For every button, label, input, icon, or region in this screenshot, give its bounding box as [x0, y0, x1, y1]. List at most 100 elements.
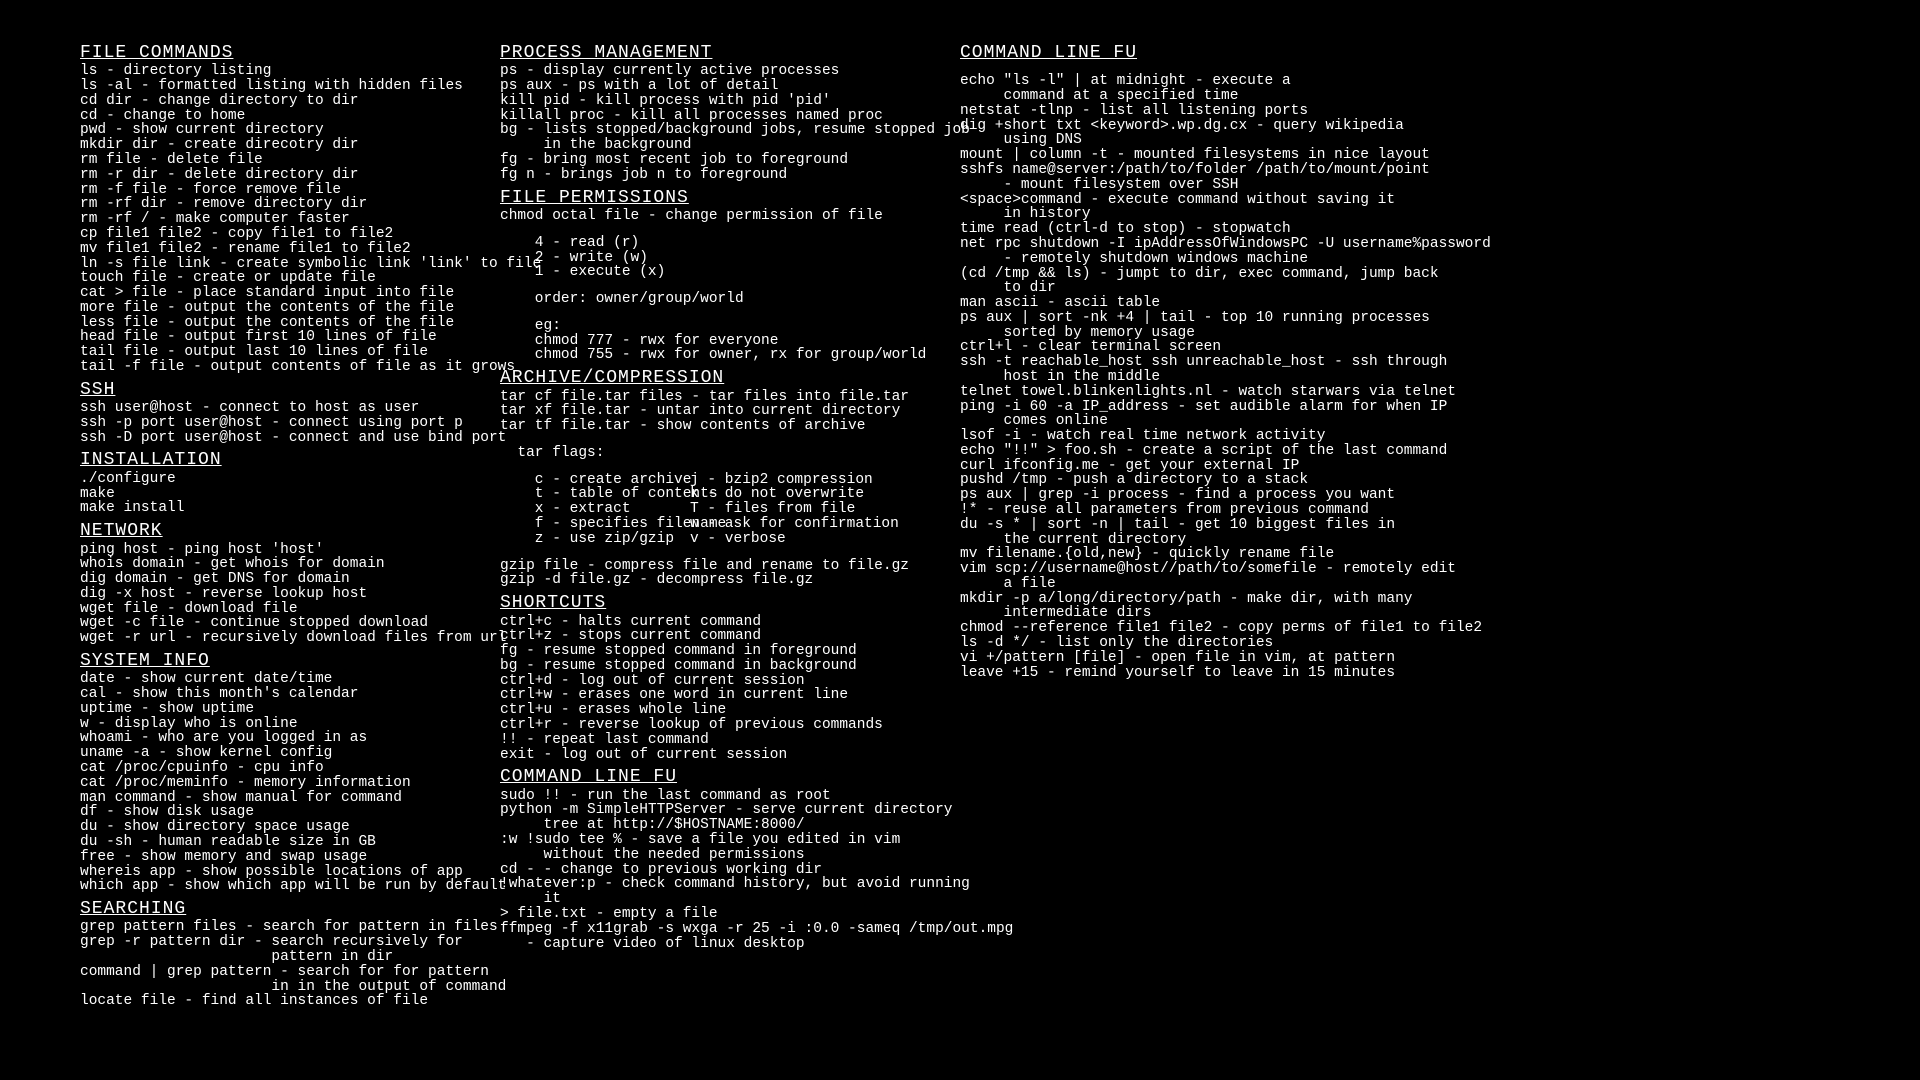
text-line: ssh -t reachable_host ssh unreachable_ho… — [960, 355, 1440, 385]
text-line: cp file1 file2 - copy file1 to file2 — [80, 227, 460, 242]
text-line: chmod octal file - change permission of … — [500, 209, 920, 224]
section-system-info: SYSTEM INFO date - show current date/tim… — [80, 648, 460, 894]
text-line: !whatever:p - check command history, but… — [500, 877, 920, 907]
text-line: fg - bring most recent job to foreground — [500, 153, 920, 168]
heading-system-info: SYSTEM INFO — [80, 652, 460, 670]
permission-order: order: owner/group/world — [500, 292, 920, 307]
column-1: FILE COMMANDS ls - directory listing ls … — [80, 40, 460, 1011]
text-line: dig -x host - reverse lookup host — [80, 587, 460, 602]
text-line: command | grep pattern - search for for … — [80, 965, 460, 995]
text-line: ps aux | grep -i process - find a proces… — [960, 488, 1440, 503]
text-line: dig domain - get DNS for domain — [80, 572, 460, 587]
text-line: more file - output the contents of the f… — [80, 301, 460, 316]
text-line: > file.txt - empty a file — [500, 907, 920, 922]
text-line: echo "ls -l" | at midnight - execute a c… — [960, 74, 1440, 104]
text-line: ssh -D port user@host - connect and use … — [80, 431, 460, 446]
text-line: ps aux | sort -nk +4 | tail - top 10 run… — [960, 311, 1440, 341]
text-line: ctrl+d - log out of current session — [500, 674, 920, 689]
heading-ssh: SSH — [80, 381, 460, 399]
text-line: gzip file - compress file and rename to … — [500, 559, 920, 574]
heading-archive-compression: ARCHIVE/COMPRESSION — [500, 369, 920, 387]
heading-shortcuts: SHORTCUTS — [500, 594, 920, 612]
text-line: uname -a - show kernel config — [80, 746, 460, 761]
text-line: wget file - download file — [80, 602, 460, 617]
text-line: ln -s file link - create symbolic link '… — [80, 257, 460, 272]
text-line: gzip -d file.gz - decompress file.gz — [500, 573, 920, 588]
text-line: make install — [80, 501, 460, 516]
tar-flags-label: tar flags: — [500, 446, 920, 461]
text-line: exit - log out of current session — [500, 748, 920, 763]
heading-command-line-fu: COMMAND LINE FU — [960, 44, 1440, 62]
section-network: NETWORK ping host - ping host 'host' who… — [80, 518, 460, 646]
text-line: make — [80, 487, 460, 502]
text-line: whereis app - show possible locations of… — [80, 865, 460, 880]
text-line: cal - show this month's calendar — [80, 687, 460, 702]
text-line: pwd - show current directory — [80, 123, 460, 138]
text-line: ctrl+l - clear terminal screen — [960, 340, 1440, 355]
text-line: man command - show manual for command — [80, 791, 460, 806]
heading-searching: SEARCHING — [80, 900, 460, 918]
text-line: ssh -p port user@host - connect using po… — [80, 416, 460, 431]
text-line: (cd /tmp && ls) - jumpt to dir, exec com… — [960, 267, 1440, 297]
text-line: cat /proc/cpuinfo - cpu info — [80, 761, 460, 776]
cheat-sheet: FILE COMMANDS ls - directory listing ls … — [0, 0, 1920, 1051]
text-line: ctrl+u - erases whole line — [500, 703, 920, 718]
text-line: free - show memory and swap usage — [80, 850, 460, 865]
text-line: vim scp://username@host//path/to/somefil… — [960, 562, 1440, 592]
heading-file-permissions: FILE PERMISSIONS — [500, 189, 920, 207]
text-line: grep -r pattern dir - search recursively… — [80, 935, 460, 965]
section-shortcuts: SHORTCUTS ctrl+c - halts current command… — [500, 590, 920, 762]
text-line: bg - lists stopped/background jobs, resu… — [500, 123, 920, 153]
text-line: date - show current date/time — [80, 672, 460, 687]
text-line: less file - output the contents of the f… — [80, 316, 460, 331]
text-line: tar cf file.tar files - tar files into f… — [500, 390, 920, 405]
text-line: rm file - delete file — [80, 153, 460, 168]
text-line: whoami - who are you logged in as — [80, 731, 460, 746]
text-line: du -sh - human readable size in GB — [80, 835, 460, 850]
text-line: uptime - show uptime — [80, 702, 460, 717]
section-command-line-fu-b: COMMAND LINE FU echo "ls -l" | at midnig… — [960, 40, 1440, 680]
text-line: ffmpeg -f x11grab -s wxga -r 25 -i :0.0 … — [500, 922, 920, 952]
text-line: fg - resume stopped command in foregroun… — [500, 644, 920, 659]
text-line: w - display who is online — [80, 717, 460, 732]
text-line: cd - change to home — [80, 109, 460, 124]
text-line: ps - display currently active processes — [500, 64, 920, 79]
tar-flags-col-a: c - create archive t - table of contents… — [500, 473, 690, 547]
text-line: tail file - output last 10 lines of file — [80, 345, 460, 360]
text-line: lsof -i - watch real time network activi… — [960, 429, 1440, 444]
text-line: mv file1 file2 - rename file1 to file2 — [80, 242, 460, 257]
text-line: rm -f file - force remove file — [80, 183, 460, 198]
section-searching: SEARCHING grep pattern files - search fo… — [80, 896, 460, 1009]
text-line: vi +/pattern [file] - open file in vim, … — [960, 651, 1440, 666]
section-ssh: SSH ssh user@host - connect to host as u… — [80, 377, 460, 446]
text-line: ls -d */ - list only the directories — [960, 636, 1440, 651]
text-line: wget -c file - continue stopped download — [80, 616, 460, 631]
text-line: netstat -tlnp - list all listening ports — [960, 104, 1440, 119]
text-line: dig +short txt <keyword>.wp.dg.cx - quer… — [960, 119, 1440, 149]
text-line: ls -al - formatted listing with hidden f… — [80, 79, 460, 94]
text-line: net rpc shutdown -I ipAddressOfWindowsPC… — [960, 237, 1440, 267]
text-line: pushd /tmp - push a directory to a stack — [960, 473, 1440, 488]
section-process-management: PROCESS MANAGEMENT ps - display currentl… — [500, 40, 920, 183]
text-line: tar tf file.tar - show contents of archi… — [500, 419, 920, 434]
text-line: chmod --reference file1 file2 - copy per… — [960, 621, 1440, 636]
text-line: telnet towel.blinkenlights.nl - watch st… — [960, 385, 1440, 400]
section-archive-compression: ARCHIVE/COMPRESSION tar cf file.tar file… — [500, 365, 920, 588]
permission-bits: 4 - read (r) 2 - write (w) 1 - execute (… — [500, 236, 920, 280]
heading-command-line-fu: COMMAND LINE FU — [500, 768, 920, 786]
text-line: killall proc - kill all processes named … — [500, 109, 920, 124]
text-line: tail -f file - output contents of file a… — [80, 360, 460, 375]
text-line: ./configure — [80, 472, 460, 487]
text-line: ping -i 60 -a IP_address - set audible a… — [960, 400, 1440, 430]
text-line: !* - reuse all parameters from previous … — [960, 503, 1440, 518]
section-installation: INSTALLATION ./configure make make insta… — [80, 447, 460, 516]
text-line: cat > file - place standard input into f… — [80, 286, 460, 301]
text-line: python -m SimpleHTTPServer - serve curre… — [500, 803, 920, 833]
text-line: mkdir dir - create direcotry dir — [80, 138, 460, 153]
text-line: ping host - ping host 'host' — [80, 543, 460, 558]
text-line: <space>command - execute command without… — [960, 193, 1440, 223]
text-line: tar xf file.tar - untar into current dir… — [500, 404, 920, 419]
text-line: :w !sudo tee % - save a file you edited … — [500, 833, 920, 863]
text-line: locate file - find all instances of file — [80, 994, 460, 1009]
text-line: time read (ctrl-d to stop) - stopwatch — [960, 222, 1440, 237]
